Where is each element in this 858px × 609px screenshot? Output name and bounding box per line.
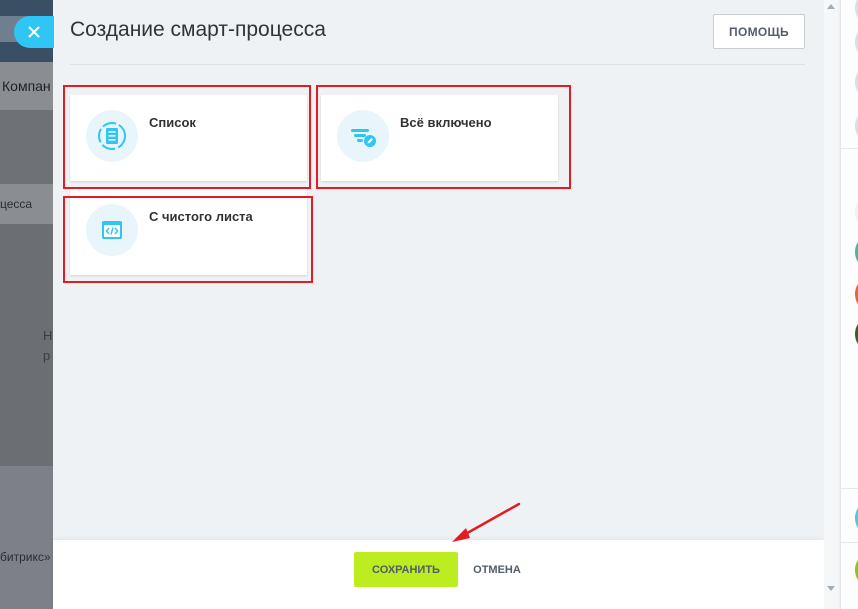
bg-footer-text: битрикс» [0, 550, 51, 564]
code-window-icon [86, 204, 138, 256]
close-icon [28, 26, 40, 38]
list-icon [86, 110, 138, 162]
divider [841, 488, 858, 489]
divider [841, 542, 858, 543]
bg-band [0, 110, 60, 184]
right-gutter [840, 0, 858, 609]
bg-footer [0, 466, 60, 609]
bg-content-line-1: Н [43, 328, 53, 343]
help-button[interactable]: ПОМОЩЬ [713, 14, 805, 49]
bg-nav-item: Компан [0, 62, 60, 110]
card-title: Список [149, 115, 196, 130]
bg-content-line-2: р [43, 348, 51, 363]
smart-process-slider: Создание смарт-процесса ПОМОЩЬ Список Вс… [53, 0, 824, 609]
bg-content-text: Н р [43, 326, 52, 366]
card-title: С чистого листа [149, 209, 253, 224]
template-card-blank[interactable]: С чистого листа [70, 189, 307, 275]
page-title: Создание смарт-процесса [70, 18, 326, 41]
funnel-edit-icon [337, 110, 389, 162]
header-divider [70, 64, 805, 65]
template-card-list[interactable]: Список [70, 95, 307, 181]
save-button[interactable]: СОХРАНИТЬ [354, 552, 458, 587]
template-card-all-inclusive[interactable]: Всё включено [321, 95, 558, 181]
slider-header: Создание смарт-процесса ПОМОЩЬ [53, 0, 824, 66]
background-page: по Компан цесса битрикс» [0, 0, 60, 609]
cancel-button[interactable]: ОТМЕНА [466, 552, 528, 587]
close-slider-button[interactable] [14, 16, 54, 48]
scroll-down-icon[interactable] [827, 586, 835, 591]
divider [841, 148, 858, 149]
scrollbar[interactable] [824, 0, 838, 609]
bg-row: цесса [0, 184, 60, 224]
scroll-up-icon[interactable] [827, 4, 835, 9]
slider-footer: СОХРАНИТЬ ОТМЕНА [53, 540, 824, 609]
card-title: Всё включено [400, 115, 492, 130]
